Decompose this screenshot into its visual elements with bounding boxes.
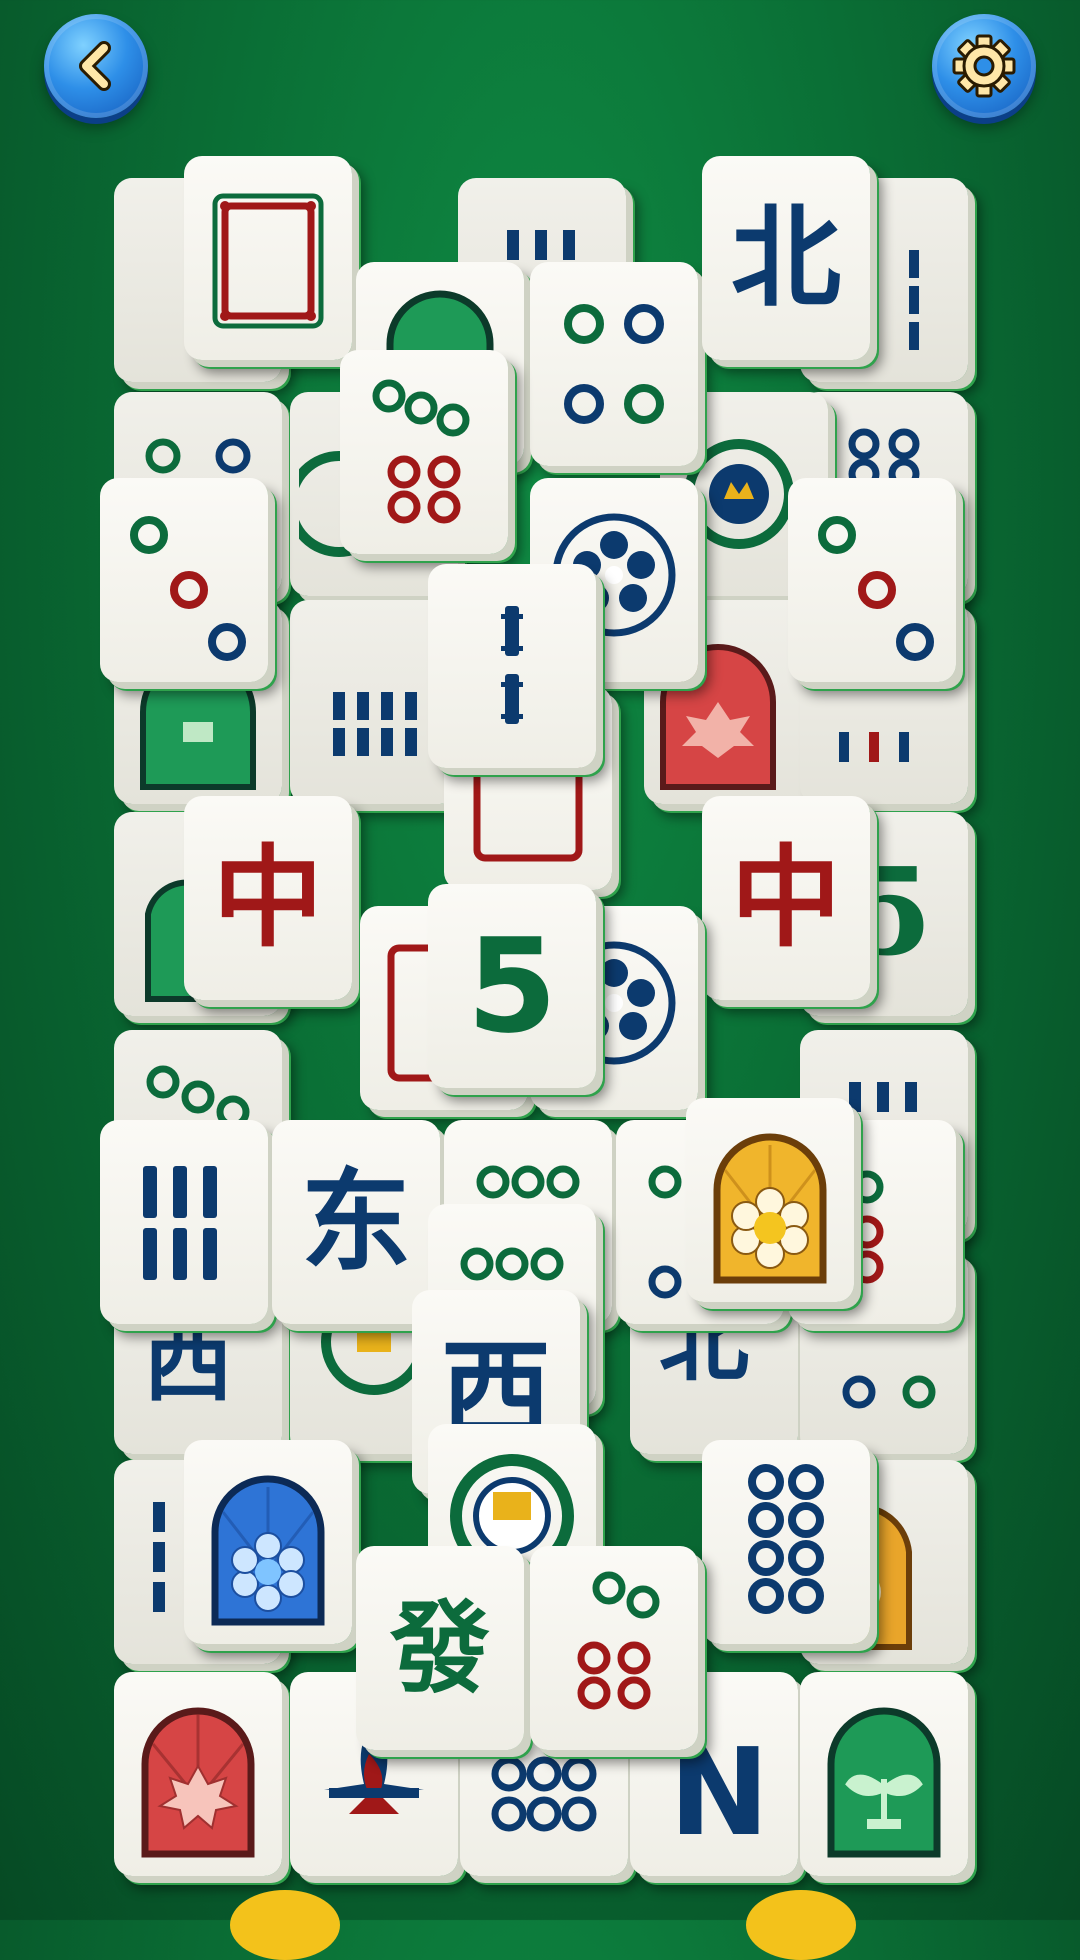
green-dragon-char: 發: [390, 1589, 490, 1707]
plum-blossom-icon: [211, 1475, 325, 1626]
tile-bamboo-2[interactable]: [428, 564, 596, 768]
tile-bottom-season-bamboo-plant[interactable]: [800, 1672, 968, 1876]
circles-tile-face: [818, 516, 934, 661]
tile-char-east[interactable]: 东: [272, 1120, 440, 1324]
tile-bamboo-9[interactable]: [100, 1120, 268, 1324]
east-char: 东: [301, 1157, 411, 1286]
settings-button[interactable]: [932, 14, 1036, 118]
red-dragon-char: 中: [731, 833, 841, 962]
red-dragon-char: 中: [213, 833, 323, 962]
tile-char-green-dragon[interactable]: 發: [356, 1546, 524, 1750]
maple-icon: [141, 1707, 255, 1858]
bamboo-tile-face: [143, 1166, 217, 1280]
chevron-left-icon: [79, 41, 111, 91]
white-dragon-icon: [212, 193, 324, 329]
circles-tile-face: [748, 1464, 824, 1614]
tile-circles-3-left[interactable]: [100, 478, 268, 682]
circles-tile-face: [372, 379, 470, 524]
tile-circles-7[interactable]: [340, 350, 508, 554]
tile-white-dragon-top-left[interactable]: [184, 156, 352, 360]
circles-tile-face: [130, 516, 246, 661]
circles-tile-face: [577, 1571, 660, 1710]
bottom-coin-right: [746, 1890, 856, 1960]
tile-circles-7-bottom[interactable]: [530, 1546, 698, 1750]
chrysanthemum-icon: [713, 1133, 827, 1284]
bottom-coin-left: [230, 1890, 340, 1960]
tile-season-chrysanthemum[interactable]: [686, 1098, 854, 1302]
tile-circles-3-right[interactable]: [788, 478, 956, 682]
tile-char-red-dragon-left[interactable]: 中: [184, 796, 352, 1000]
back-button[interactable]: [44, 14, 148, 118]
tile-circles-4[interactable]: [530, 262, 698, 466]
circles-tile-face: [564, 304, 664, 424]
mahjong-board: 5 西 北 N 北 中 中 5 东 西 發: [0, 0, 1080, 1920]
tile-char-north[interactable]: 北: [702, 156, 870, 360]
north-char: 北: [731, 193, 841, 322]
gear-icon: [952, 34, 1016, 98]
tile-char-red-dragon-right[interactable]: 中: [702, 796, 870, 1000]
tile-bottom-season-maple[interactable]: [114, 1672, 282, 1876]
bamboo-tile-face: [501, 606, 523, 724]
tile-char-5[interactable]: 5: [428, 884, 596, 1088]
tile-circles-8[interactable]: [702, 1440, 870, 1644]
bamboo-tile-face: [333, 692, 417, 756]
sprout-icon: [827, 1707, 941, 1858]
tile-season-plum[interactable]: [184, 1440, 352, 1644]
five-char: 5: [466, 910, 558, 1062]
